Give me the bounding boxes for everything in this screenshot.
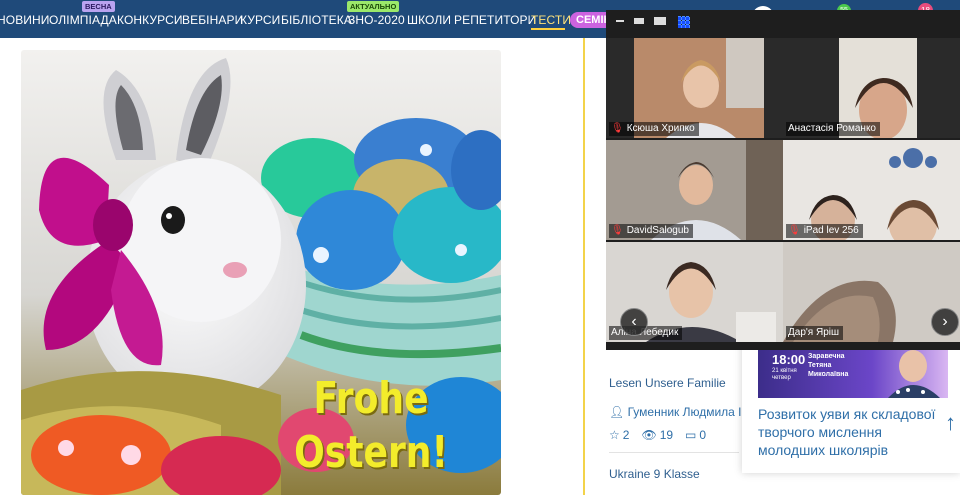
star-icon: ☆ <box>609 428 620 442</box>
webinar-card[interactable]: 18:00 21 квітня четвер Заравечна Тетяна … <box>742 338 960 473</box>
eye-icon: 👁︎ <box>641 428 657 442</box>
greeting-line-1: Frohe <box>313 373 429 424</box>
active-underline <box>531 28 565 30</box>
participant-name-3: DavidSalogub <box>626 225 689 236</box>
comments-stat[interactable]: ▭ 0 <box>685 428 706 442</box>
minimize-icon[interactable] <box>616 20 624 22</box>
card-title-lesen[interactable]: Lesen Unsere Familie <box>609 376 726 390</box>
webinar-title[interactable]: Розвиток уяви як складової творчого мисл… <box>758 405 948 459</box>
presenter-photo <box>888 350 940 398</box>
card-separator <box>609 452 739 453</box>
scroll-up-arrow-icon[interactable]: ↑ <box>945 410 956 436</box>
comments-count: 0 <box>699 428 707 442</box>
webinar-presenter: Заравечна Тетяна Миколаївна <box>808 353 849 378</box>
participant-label-3: 🎙︎ DavidSalogub <box>609 224 693 238</box>
nav-library[interactable]: БІБЛІОТЕКА <box>281 13 352 27</box>
previous-page-arrow-icon[interactable]: ‹ <box>620 308 648 336</box>
user-icon: 👤︎ <box>609 405 625 419</box>
likes-stat[interactable]: ☆ 2 <box>609 428 629 442</box>
webinar-time: 18:00 <box>772 352 806 367</box>
nav-tests[interactable]: ТЕСТИ <box>531 13 571 27</box>
views-count: 19 <box>659 428 674 442</box>
video-tile-1[interactable]: 🎙︎ Ксюша Хрипко <box>606 38 783 138</box>
card-stats: ☆ 2 👁︎ 19 ▭ 0 <box>609 428 706 442</box>
participant-label-6: Дар'я Яріш <box>786 326 844 340</box>
nav-zno[interactable]: ЗНО-2020 <box>348 13 405 27</box>
mic-off-icon: 🎙︎ <box>788 225 801 236</box>
views-stat: 👁︎ 19 <box>641 428 673 442</box>
mic-off-icon: 🎙︎ <box>611 123 624 134</box>
video-tile-4[interactable]: 🎙︎ iPad lev 256 <box>783 140 960 240</box>
fullscreen-icon[interactable] <box>654 17 666 25</box>
participant-name-6: Дар'я Яріш <box>788 327 840 338</box>
zoom-gallery-window[interactable]: 🎙︎ Ксюша Хрипко Анастасія Романко 🎙︎ David… <box>606 10 960 350</box>
nav-tutors[interactable]: РЕПЕТИТОРИ <box>454 13 536 27</box>
video-tile-2[interactable]: Анастасія Романко <box>783 38 960 138</box>
author-row[interactable]: 👤︎ Гуменник Людмила Ів <box>609 405 748 419</box>
gallery-view-icon[interactable] <box>678 16 690 28</box>
nav-schools[interactable]: ШКОЛИ <box>407 13 451 27</box>
webinar-date: 21 квітня четвер <box>772 368 797 381</box>
zoom-toolbar <box>606 10 960 36</box>
greeting-text: Frohe Ostern! <box>289 372 453 480</box>
video-tile-3[interactable]: 🎙︎ DavidSalogub <box>606 140 783 240</box>
nav-news[interactable]: НОВИНИ <box>0 13 50 27</box>
webinar-banner: 18:00 21 квітня четвер Заравечна Тетяна … <box>758 346 948 398</box>
next-page-arrow-icon[interactable]: › <box>931 308 959 336</box>
easter-image: Frohe Ostern! <box>21 50 501 495</box>
card-title-ukraine[interactable]: Ukraine 9 Klasse <box>609 467 700 481</box>
mic-off-icon: 🎙︎ <box>611 225 624 236</box>
badge-spring: ВЕСНА <box>82 1 115 12</box>
participant-name-1: Ксюша Хрипко <box>626 123 695 134</box>
participant-label-2: Анастасія Романко <box>786 122 880 136</box>
likes-count: 2 <box>622 428 630 442</box>
participant-name-4: iPad lev 256 <box>803 225 859 236</box>
screen: НОВИНИ ОЛІМПІАДА ВЕСНА КОНКУРСИ ВЕБІНАРИ… <box>0 0 960 495</box>
nav-courses[interactable]: КУРСИ <box>240 13 280 27</box>
participant-name-2: Анастасія Романко <box>788 123 876 134</box>
participant-label-1: 🎙︎ Ксюша Хрипко <box>609 122 699 136</box>
column-divider <box>583 38 585 495</box>
nav-webinars[interactable]: ВЕБІНАРИ <box>182 13 243 27</box>
participant-label-4: 🎙︎ iPad lev 256 <box>786 224 863 238</box>
author-name[interactable]: Гуменник Людмила Ів <box>628 405 748 419</box>
nav-contests[interactable]: КОНКУРСИ <box>117 13 183 27</box>
comment-icon: ▭ <box>685 428 697 442</box>
badge-actual: АКТУАЛЬНО <box>347 1 400 12</box>
restore-icon[interactable] <box>634 18 644 24</box>
greeting-line-2: Ostern! <box>294 427 448 478</box>
nav-olympiad[interactable]: ОЛІМПІАДА <box>49 13 117 27</box>
